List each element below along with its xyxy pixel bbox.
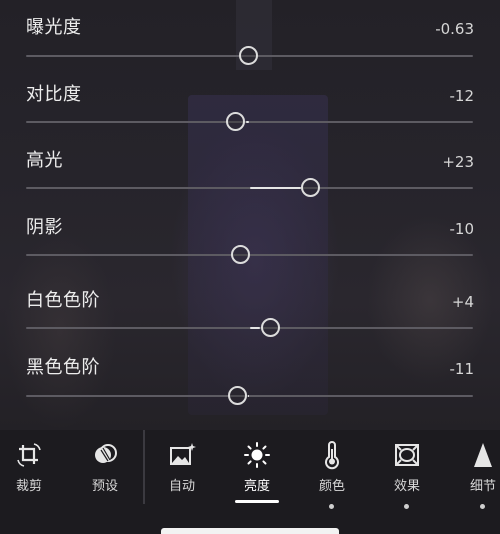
whites-slider-knob[interactable] [260, 318, 280, 337]
shadows-slider-track[interactable] [26, 254, 473, 256]
modified-indicator-dot [329, 504, 334, 509]
detail-triangle-icon [474, 443, 492, 467]
toolbar-divider [143, 430, 145, 504]
highlights-slider-fill [249, 187, 301, 189]
edit-toolbar: 裁剪 预设 自动 亮度 颜色 效果 细节 [0, 430, 500, 534]
tool-crop-label: 裁剪 [15, 479, 42, 494]
whites-slider-fill [249, 327, 261, 329]
tool-auto[interactable]: 自动 [150, 440, 214, 524]
exposure-value: -0.63 [435, 20, 474, 38]
exposure-slider-knob[interactable] [239, 46, 259, 65]
tool-auto-label: 自动 [168, 479, 195, 494]
blacks-slider-knob[interactable] [228, 386, 248, 405]
auto-enhance-icon [170, 443, 196, 465]
contrast-slider-track[interactable] [26, 121, 473, 123]
shadows-slider-row: 阴影 -10 [0, 217, 500, 277]
blacks-value: -11 [449, 360, 475, 378]
whites-slider-row: 白色色阶 +4 [0, 290, 500, 350]
exposure-label: 曝光度 [26, 17, 82, 38]
vignette-effect-icon [395, 444, 419, 466]
tool-detail[interactable]: 细节 [451, 440, 500, 524]
highlights-value: +23 [442, 153, 474, 171]
shadows-label: 阴影 [26, 217, 63, 238]
exposure-slider-row: 曝光度 -0.63 [0, 17, 500, 77]
brightness-icon [244, 442, 270, 468]
contrast-slider-row: 对比度 -12 [0, 84, 500, 144]
active-tab-indicator [235, 500, 279, 503]
modified-indicator-dot [480, 504, 485, 509]
blacks-label: 黑色色阶 [26, 357, 100, 378]
tool-color-label: 颜色 [318, 479, 345, 494]
light-adjustments-panel: 曝光度 -0.63 对比度 -12 高光 +23 阴影 -10 白色色阶 +4 [0, 0, 500, 430]
tool-light-label: 亮度 [243, 479, 270, 494]
whites-value: +4 [451, 293, 474, 311]
contrast-label: 对比度 [26, 84, 82, 105]
home-indicator [161, 528, 339, 534]
tool-crop[interactable]: 裁剪 [0, 440, 61, 524]
tool-effects-label: 效果 [393, 479, 420, 494]
tool-detail-label: 细节 [469, 479, 496, 494]
crop-rotate-icon [17, 443, 41, 467]
presets-icon [95, 444, 117, 463]
thermometer-icon [325, 441, 339, 470]
highlights-label: 高光 [26, 150, 63, 171]
blacks-slider-track[interactable] [26, 395, 473, 397]
modified-indicator-dot [404, 504, 409, 509]
tool-presets-label: 预设 [91, 479, 118, 494]
tool-light[interactable]: 亮度 [225, 440, 289, 524]
highlights-slider-knob[interactable] [301, 178, 321, 197]
shadows-value: -10 [449, 220, 475, 238]
shadows-slider-knob[interactable] [230, 245, 250, 264]
blacks-slider-row: 黑色色阶 -11 [0, 357, 500, 417]
highlights-slider-row: 高光 +23 [0, 150, 500, 210]
contrast-value: -12 [449, 87, 475, 105]
whites-label: 白色色阶 [26, 290, 100, 311]
tool-color[interactable]: 颜色 [300, 440, 364, 524]
contrast-slider-knob[interactable] [226, 112, 246, 131]
tool-effects[interactable]: 效果 [375, 440, 439, 524]
tool-presets[interactable]: 预设 [73, 440, 137, 524]
